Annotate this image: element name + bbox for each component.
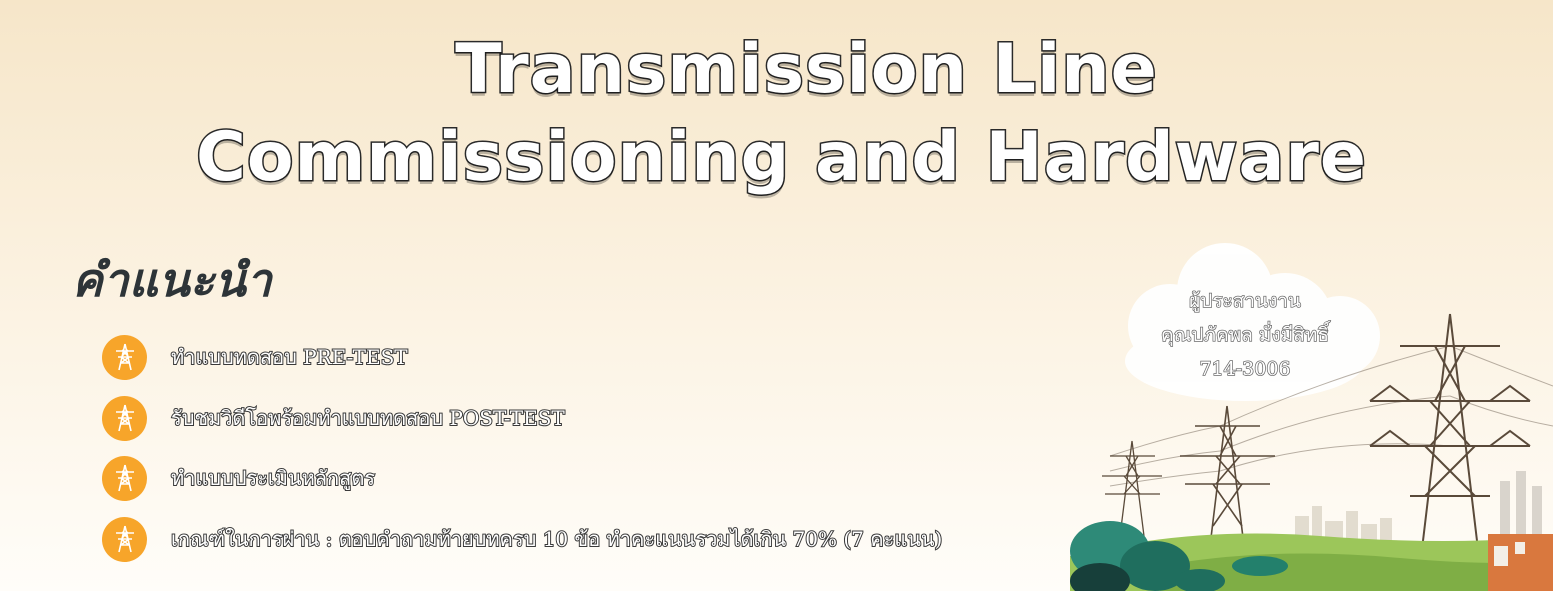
instructions-heading: คำแนะนำ	[72, 253, 272, 307]
contact-box: ผู้ประสานงาน คุณปภัคพล มั่งมีสิทธิ์ 714-…	[1120, 284, 1370, 386]
substation-box	[1488, 534, 1553, 591]
step-text: ทำแบบทดสอบ PRE-TEST	[170, 344, 409, 370]
contact-label: ผู้ประสานงาน	[1188, 289, 1301, 313]
power-tower-icon	[102, 455, 147, 501]
power-tower-icon	[102, 516, 147, 562]
step-text: รับชมวิดีโอพร้อมทำแบบทดสอบ POST-TEST	[170, 405, 566, 431]
step-item-2: รับชมวิดีโอพร้อมทำแบบทดสอบ POST-TEST	[102, 395, 566, 441]
contact-phone: 714-3006	[1199, 357, 1292, 381]
step-item-1: ทำแบบทดสอบ PRE-TEST	[102, 334, 409, 380]
contact-name: คุณปภัคพล มั่งมีสิทธิ์	[1160, 323, 1329, 347]
power-tower-icon	[102, 395, 147, 441]
power-tower-icon	[102, 334, 147, 380]
step-text: เกณฑ์ในการผ่าน : ตอบคำถามท้ายบทครบ 10 ข้…	[170, 526, 943, 552]
step-item-3: ทำแบบประเมินหลักสูตร	[102, 455, 376, 501]
title-line-1: Transmission Line	[454, 29, 1159, 111]
step-text: ทำแบบประเมินหลักสูตร	[170, 465, 376, 491]
step-item-4: เกณฑ์ในการผ่าน : ตอบคำถามท้ายบทครบ 10 ข้…	[102, 516, 943, 562]
medium-tower	[1180, 405, 1275, 547]
title-line-2: Commissioning and Hardware	[194, 117, 1368, 199]
